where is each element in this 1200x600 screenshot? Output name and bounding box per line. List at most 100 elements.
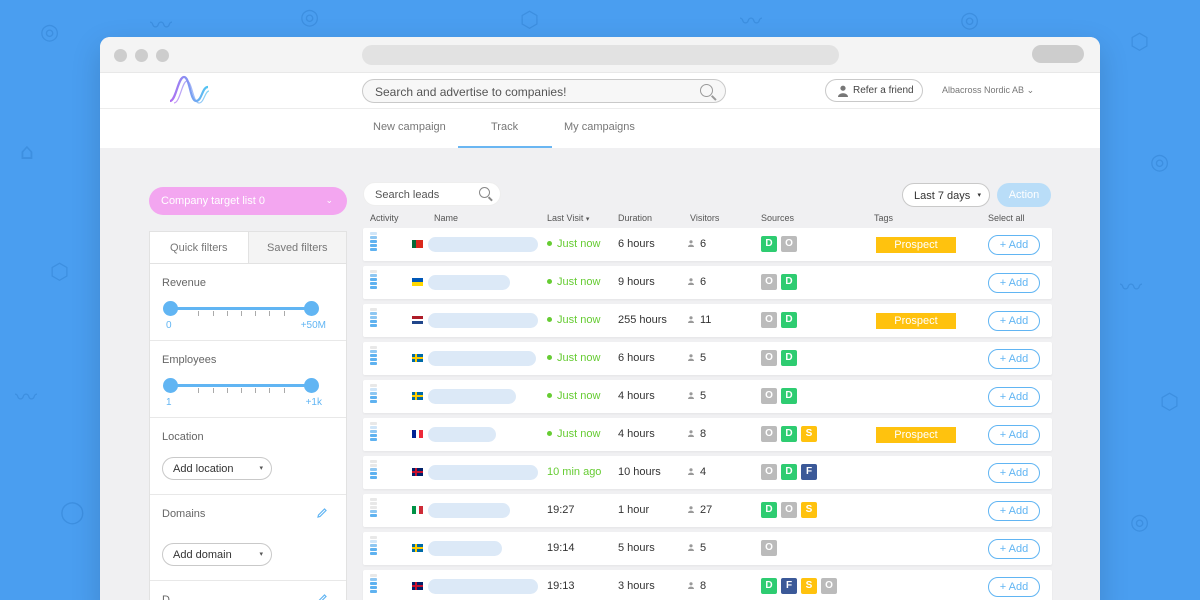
col-visitors[interactable]: Visitors [690,213,719,223]
add-lead-button[interactable]: + Add [988,349,1040,369]
visitors-value: 8 [700,428,707,440]
search-icon[interactable] [700,84,713,97]
lead-row[interactable]: 19:27 1 hour 27 D O S + Add [363,494,1052,527]
source-badge: D [781,312,797,328]
search-leads-input[interactable]: Search leads [363,182,501,206]
company-name-redacted[interactable] [428,579,538,594]
company-name-redacted[interactable] [428,465,538,480]
company-name-redacted[interactable] [428,541,502,556]
source-badge: S [801,502,817,518]
duration-value: 5 hours [618,542,655,554]
pencil-icon[interactable] [316,593,328,600]
visitors-cell: 11 [688,314,711,326]
tab-quick-filters[interactable]: Quick filters [150,232,249,263]
person-icon [688,240,694,247]
refer-friend-button[interactable]: Refer a friend [825,79,923,102]
col-last-visit[interactable]: Last Visit ▾ [547,213,589,223]
person-icon [688,544,694,551]
company-target-list-dropdown[interactable]: Company target list 0 ⌄ [149,187,347,215]
sources-cell: DO [761,236,797,252]
tab-my-campaigns[interactable]: My campaigns [564,121,635,133]
company-name-redacted[interactable] [428,503,510,518]
employees-slider[interactable] [163,378,319,393]
window-close-dot[interactable] [114,49,127,62]
select-all-link[interactable]: Select all [988,213,1025,223]
duration-value: 4 hours [618,428,655,440]
visitors-cell: 27 [688,504,712,516]
live-dot-icon [547,316,552,322]
lead-row[interactable]: Just now 255 hours 11 O D Prospect + Add [363,304,1052,337]
visitors-value: 6 [700,276,707,288]
tab-track[interactable]: Track [491,121,518,133]
revenue-slider[interactable] [163,301,319,316]
col-name[interactable]: Name [434,213,458,223]
add-lead-button[interactable]: + Add [988,273,1040,293]
add-lead-button[interactable]: + Add [988,501,1040,521]
action-button[interactable]: Action [997,183,1051,207]
add-domain-select[interactable]: Add domain ▾ [162,543,272,566]
lead-row[interactable]: 10 min ago 10 hours 4 O D F + Add [363,456,1052,489]
window-maximize-dot[interactable] [156,49,169,62]
live-dot-icon [547,278,552,284]
add-lead-button[interactable]: + Add [988,425,1040,445]
last-visit-value: Just now [557,276,601,288]
col-duration[interactable]: Duration [618,213,652,223]
window-minimize-dot[interactable] [135,49,148,62]
caret-down-icon: ▾ [259,465,263,472]
company-search-input[interactable]: Search and advertise to companies! [362,79,726,103]
add-location-select[interactable]: Add location ▾ [162,457,272,480]
person-icon [688,468,694,475]
activity-bars [370,536,377,556]
source-badge: D [761,578,777,594]
account-menu[interactable]: Albacross Nordic AB ⌄ [942,85,1034,96]
visitors-cell: 8 [688,428,706,440]
company-name-redacted[interactable] [428,351,536,366]
address-bar[interactable] [362,45,839,65]
last-visit-value: 19:13 [547,580,575,592]
search-icon[interactable] [479,187,490,198]
lead-row[interactable]: 19:14 5 hours 5 O + Add [363,532,1052,565]
add-lead-button[interactable]: + Add [988,463,1040,483]
flag-sweden-icon [412,392,423,400]
source-badge: O [761,350,777,366]
source-badge: O [761,388,777,404]
company-name-redacted[interactable] [428,313,538,328]
lead-row[interactable]: Just now 9 hours 6 O D + Add [363,266,1052,299]
flag-ukraine-icon [412,278,423,286]
tab-saved-filters[interactable]: Saved filters [248,232,346,263]
add-lead-button[interactable]: + Add [988,577,1040,597]
lead-row[interactable]: Just now 4 hours 5 O D + Add [363,380,1052,413]
lead-row[interactable]: Just now 6 hours 5 O D + Add [363,342,1052,375]
company-name-redacted[interactable] [428,275,510,290]
add-lead-button[interactable]: + Add [988,235,1040,255]
add-lead-button[interactable]: + Add [988,311,1040,331]
employees-max-handle[interactable] [304,378,319,393]
add-lead-button[interactable]: + Add [988,387,1040,407]
revenue-max-handle[interactable] [304,301,319,316]
add-lead-button[interactable]: + Add [988,539,1040,559]
duration-value: 255 hours [618,314,667,326]
date-range-dropdown[interactable]: Last 7 days ▾ [902,183,990,207]
revenue-min-handle[interactable] [163,301,178,316]
company-name-redacted[interactable] [428,237,538,252]
company-name-redacted[interactable] [428,389,516,404]
person-icon [838,85,848,97]
albacross-logo[interactable] [168,75,210,110]
visitors-value: 5 [700,390,707,402]
browser-menu-button[interactable] [1032,45,1084,63]
lead-row[interactable]: Just now 4 hours 8 O D S Prospect + Add [363,418,1052,451]
pencil-icon[interactable] [316,507,328,519]
employees-min-handle[interactable] [163,378,178,393]
duration-value: 6 hours [618,352,655,364]
lead-row[interactable]: Just now 6 hours 6 D O Prospect + Add [363,228,1052,261]
activity-bars [370,346,377,366]
source-badge: O [761,426,777,442]
last-visit-value: Just now [557,352,601,364]
lead-row[interactable]: 19:13 3 hours 8 D F S O + Add [363,570,1052,600]
activity-bars [370,422,377,442]
flag-france-icon [412,430,424,438]
tab-new-campaign[interactable]: New campaign [373,121,446,133]
company-name-redacted[interactable] [428,427,496,442]
last-visit-cell: 19:27 [547,504,575,516]
last-visit-value: 10 min ago [547,466,602,478]
